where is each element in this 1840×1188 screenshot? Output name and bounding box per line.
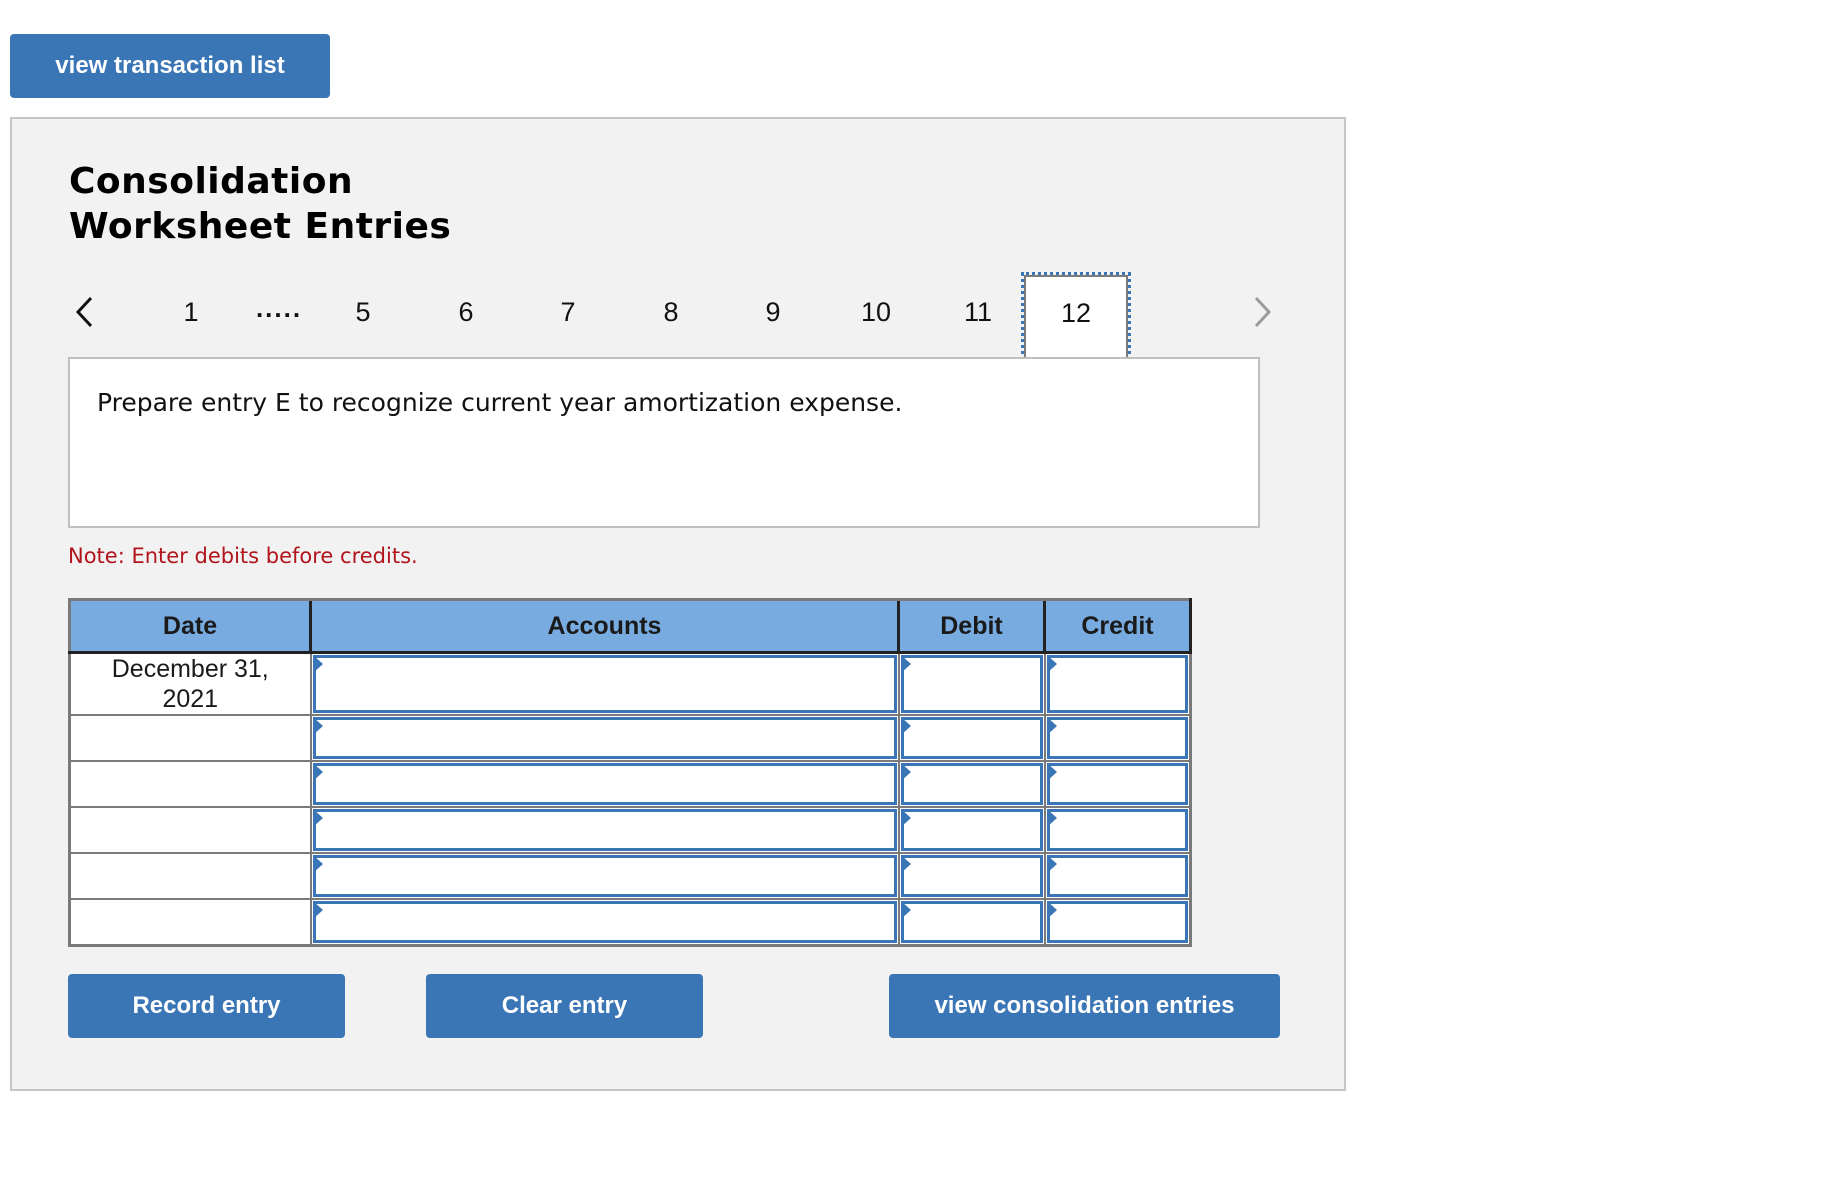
credit-cell xyxy=(1043,806,1192,854)
table-row: December 31, 2021 xyxy=(68,651,1192,716)
table-row xyxy=(68,760,1192,808)
account-input[interactable] xyxy=(312,809,897,851)
journal-entry-table: Date Accounts Debit Credit December 31, … xyxy=(68,598,1192,947)
debit-input[interactable] xyxy=(900,855,1043,897)
column-header-date: Date xyxy=(68,598,311,654)
debit-cell xyxy=(897,651,1046,716)
debit-input[interactable] xyxy=(900,655,1043,713)
credit-input[interactable] xyxy=(1046,655,1188,713)
date-text: December 31, 2021 xyxy=(111,655,269,713)
table-row xyxy=(68,806,1192,854)
account-cell xyxy=(309,714,900,762)
instruction-box xyxy=(68,357,1260,528)
table-row xyxy=(68,852,1192,900)
page-link-6[interactable]: 6 xyxy=(436,290,496,334)
debit-input[interactable] xyxy=(900,901,1043,943)
table-row xyxy=(68,898,1192,947)
instruction-text: Prepare entry E to recognize current yea… xyxy=(97,388,903,417)
column-header-credit: Credit xyxy=(1043,598,1192,654)
debit-cell xyxy=(897,760,1046,808)
next-page-button[interactable] xyxy=(1242,290,1282,334)
view-transaction-list-button[interactable]: view transaction list xyxy=(10,34,330,98)
debit-cell xyxy=(897,714,1046,762)
debit-cell xyxy=(897,898,1046,947)
credit-cell xyxy=(1043,898,1192,947)
record-entry-button[interactable]: Record entry xyxy=(68,974,345,1038)
chevron-left-icon xyxy=(75,296,93,328)
page-link-5[interactable]: 5 xyxy=(333,290,393,334)
credit-input[interactable] xyxy=(1046,809,1188,851)
page-link-8[interactable]: 8 xyxy=(641,290,701,334)
account-cell xyxy=(309,651,900,716)
account-input[interactable] xyxy=(312,901,897,943)
credit-cell xyxy=(1043,651,1192,716)
chevron-right-icon xyxy=(1254,296,1272,328)
debit-input[interactable] xyxy=(900,763,1043,805)
credit-input[interactable] xyxy=(1046,717,1188,759)
debit-input[interactable] xyxy=(900,717,1043,759)
date-cell xyxy=(68,714,312,762)
account-cell xyxy=(309,852,900,900)
page-link-10[interactable]: 10 xyxy=(846,290,906,334)
debit-cell xyxy=(897,806,1046,854)
page-link-9[interactable]: 9 xyxy=(743,290,803,334)
account-input[interactable] xyxy=(312,655,897,713)
date-cell xyxy=(68,852,312,900)
page-link-12-active[interactable]: 12 xyxy=(1021,272,1131,362)
note-text: Note: Enter debits before credits. xyxy=(68,544,418,568)
date-cell xyxy=(68,760,312,808)
credit-cell xyxy=(1043,714,1192,762)
column-header-debit: Debit xyxy=(897,598,1045,654)
prev-page-button[interactable] xyxy=(65,290,105,334)
page-title: Consolidation Worksheet Entries xyxy=(69,159,451,249)
credit-input[interactable] xyxy=(1046,855,1188,897)
debit-input[interactable] xyxy=(900,809,1043,851)
credit-cell xyxy=(1043,760,1192,808)
date-cell xyxy=(68,898,312,947)
account-cell xyxy=(309,760,900,808)
account-input[interactable] xyxy=(312,763,897,805)
account-cell xyxy=(309,806,900,854)
debit-cell xyxy=(897,852,1046,900)
credit-cell xyxy=(1043,852,1192,900)
credit-input[interactable] xyxy=(1046,763,1188,805)
title-line-2: Worksheet Entries xyxy=(69,206,452,247)
page-link-7[interactable]: 7 xyxy=(538,290,598,334)
page-link-11[interactable]: 11 xyxy=(948,290,1008,334)
account-cell xyxy=(309,898,900,947)
table-row xyxy=(68,714,1192,762)
date-cell: December 31, 2021 xyxy=(68,651,312,716)
page-link-1[interactable]: 1 xyxy=(161,290,221,334)
date-cell xyxy=(68,806,312,854)
view-consolidation-entries-button[interactable]: view consolidation entries xyxy=(889,974,1280,1038)
account-input[interactable] xyxy=(312,855,897,897)
clear-entry-button[interactable]: Clear entry xyxy=(426,974,703,1038)
table-header-row: Date Accounts Debit Credit xyxy=(68,598,1192,654)
title-line-1: Consolidation xyxy=(69,161,354,202)
account-input[interactable] xyxy=(312,717,897,759)
page-ellipsis: ..... xyxy=(255,293,303,323)
credit-input[interactable] xyxy=(1046,901,1188,943)
column-header-accounts: Accounts xyxy=(309,598,899,654)
